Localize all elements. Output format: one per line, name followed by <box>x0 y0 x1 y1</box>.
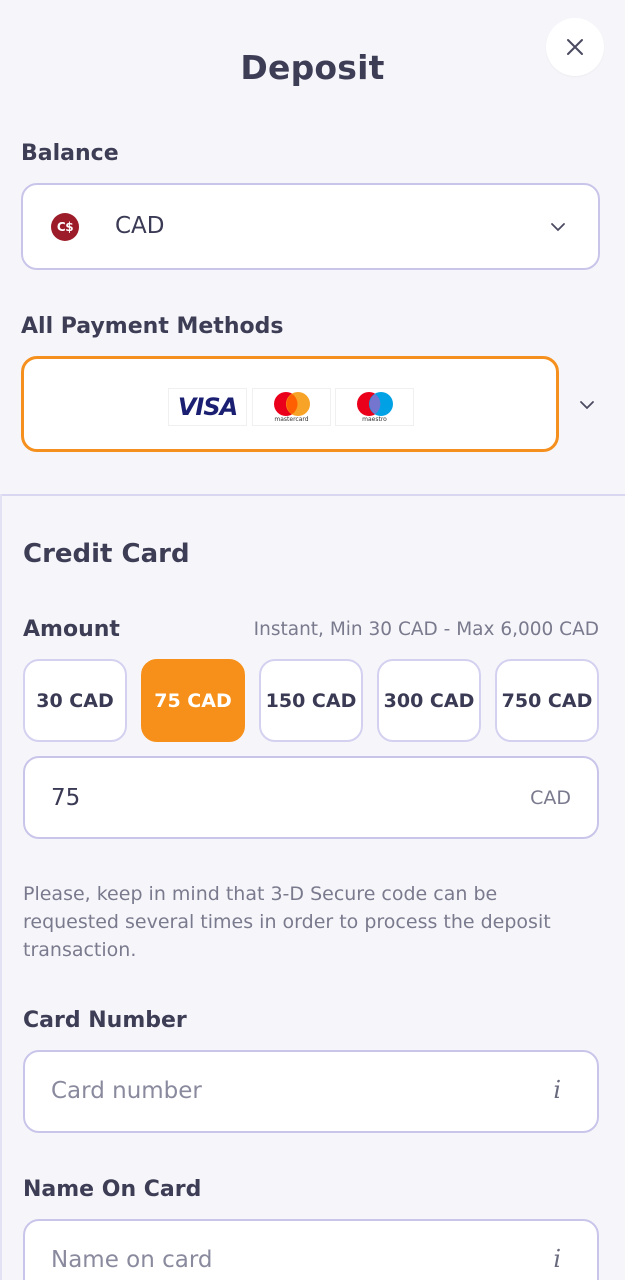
card-number-placeholder: Card number <box>51 1078 202 1104</box>
3ds-notice: Please, keep in mind that 3-D Secure cod… <box>23 883 551 961</box>
amount-hint: Instant, Min 30 CAD - Max 6,000 CAD <box>253 619 599 640</box>
close-icon <box>567 39 583 55</box>
info-icon[interactable]: i <box>553 1245 561 1273</box>
info-icon[interactable]: i <box>553 1076 561 1104</box>
amount-preset-750[interactable]: 750 CAD <box>495 659 599 742</box>
maestro-logo: maestro <box>335 388 414 426</box>
amount-preset-75[interactable]: 75 CAD <box>141 659 245 742</box>
balance-currency-select[interactable]: C$ CAD <box>21 183 600 270</box>
name-on-card-label: Name On Card <box>23 1177 202 1202</box>
section-divider <box>0 494 625 496</box>
card-number-field[interactable]: Card number i <box>23 1050 599 1133</box>
amount-label: Amount <box>23 617 120 642</box>
amount-preset-300[interactable]: 300 CAD <box>377 659 481 742</box>
balance-label: Balance <box>21 141 119 166</box>
amount-preset-150[interactable]: 150 CAD <box>259 659 363 742</box>
chevron-down-icon <box>551 223 565 232</box>
amount-currency-suffix: CAD <box>530 787 571 809</box>
balance-selected-value: CAD <box>115 213 165 239</box>
name-on-card-field[interactable]: Name on card i <box>23 1219 599 1280</box>
page-title: Deposit <box>240 48 385 87</box>
close-button[interactable] <box>546 18 604 76</box>
payment-method-select[interactable]: VISA mastercard maestro <box>21 356 559 452</box>
amount-input[interactable]: 75 CAD <box>23 756 599 839</box>
payment-methods-label: All Payment Methods <box>21 314 284 339</box>
panel-border <box>0 494 2 1280</box>
amount-preset-30[interactable]: 30 CAD <box>23 659 127 742</box>
payment-method-chevron-down-icon[interactable] <box>579 400 595 410</box>
amount-input-value: 75 <box>51 785 81 811</box>
cad-currency-icon: C$ <box>51 213 79 241</box>
card-number-label: Card Number <box>23 1008 187 1033</box>
visa-logo: VISA <box>168 388 247 426</box>
credit-card-title: Credit Card <box>23 539 190 569</box>
name-on-card-placeholder: Name on card <box>51 1247 213 1273</box>
mastercard-logo: mastercard <box>252 388 331 426</box>
